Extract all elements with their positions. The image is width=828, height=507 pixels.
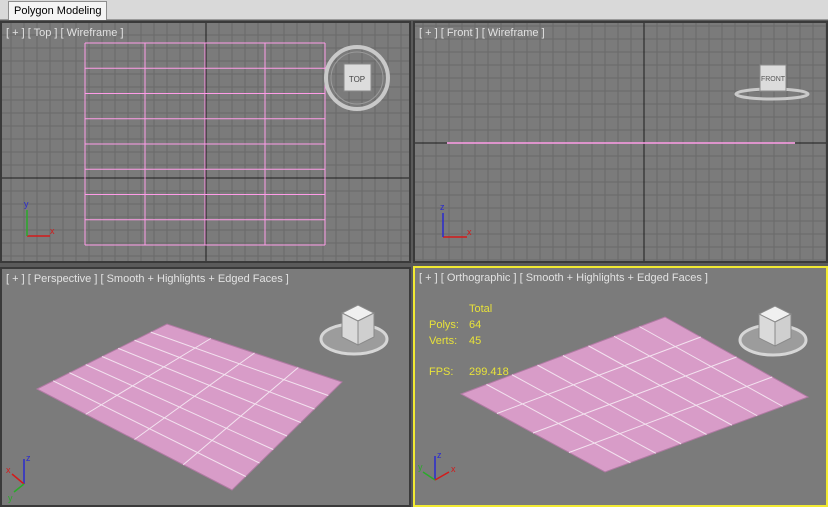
viewport-menu-plus[interactable]: [ + ] bbox=[6, 27, 25, 39]
svg-text:z: z bbox=[440, 202, 445, 212]
stats-fps-value: 299.418 bbox=[469, 366, 509, 378]
viewport-top-label: [ + ] [ Top ] [ Wireframe ] bbox=[6, 27, 124, 39]
ribbon-tab-polygon-modeling[interactable]: Polygon Modeling bbox=[8, 1, 108, 20]
viewport-top[interactable]: TOP x y [ + ] [ Top ] [ Wireframe ] bbox=[0, 21, 411, 263]
viewport-view-menu[interactable]: [ Perspective ] bbox=[28, 273, 98, 285]
viewcube-perspective[interactable] bbox=[319, 304, 389, 356]
stats-polys-value: 64 bbox=[469, 319, 482, 331]
viewport-view-menu[interactable]: [ Top ] bbox=[28, 27, 58, 39]
perspective-canvas: z x y bbox=[6, 304, 389, 503]
stats-polys-label: Polys: bbox=[429, 319, 459, 331]
stats-verts-label: Verts: bbox=[429, 335, 458, 347]
svg-text:z: z bbox=[26, 453, 31, 463]
svg-text:TOP: TOP bbox=[349, 75, 365, 84]
axis-tripod-front: x z bbox=[440, 202, 472, 238]
viewport-front[interactable]: FRONT x z [ + ] [ Front ] [ Wireframe ] bbox=[413, 21, 828, 263]
ribbon-bar: Polygon Modeling bbox=[0, 0, 828, 20]
viewport-perspective-label: [ + ] [ Perspective ] [ Smooth + Highlig… bbox=[6, 273, 289, 285]
viewcube-orthographic[interactable] bbox=[738, 305, 808, 357]
svg-text:FRONT: FRONT bbox=[761, 76, 786, 83]
viewport-menu-plus[interactable]: [ + ] bbox=[419, 27, 438, 39]
svg-text:x: x bbox=[451, 464, 456, 474]
viewport-orthographic[interactable]: z x y [ + ] [ Orthographic ] [ Smooth + … bbox=[413, 266, 828, 507]
svg-text:x: x bbox=[6, 465, 11, 475]
perspective-plane bbox=[35, 323, 343, 491]
svg-text:x: x bbox=[50, 226, 55, 236]
axis-tripod-orthographic: z x y bbox=[418, 450, 456, 481]
viewport-perspective[interactable]: z x y [ + ] [ Perspective ] [ Smooth + H… bbox=[0, 267, 411, 507]
viewport-menu-plus[interactable]: [ + ] bbox=[6, 273, 25, 285]
viewcube-front[interactable]: FRONT bbox=[734, 64, 810, 101]
top-plane-wireframe bbox=[84, 42, 326, 246]
viewport-view-menu[interactable]: [ Front ] bbox=[441, 27, 479, 39]
stats-total-label: Total bbox=[469, 303, 493, 315]
svg-text:x: x bbox=[467, 227, 472, 237]
axis-tripod-perspective: z x y bbox=[6, 453, 31, 503]
svg-text:y: y bbox=[418, 462, 423, 472]
top-grid-canvas: TOP x y bbox=[2, 23, 409, 261]
svg-text:z: z bbox=[437, 450, 442, 460]
svg-text:y: y bbox=[8, 493, 13, 503]
svg-text:y: y bbox=[24, 199, 29, 209]
viewport-shading-menu[interactable]: [ Wireframe ] bbox=[482, 27, 545, 39]
statistics-overlay: Total Polys: 64 Verts: 45 FPS: 299.418 bbox=[415, 268, 615, 388]
viewport-front-label: [ + ] [ Front ] [ Wireframe ] bbox=[419, 27, 545, 39]
viewport-shading-menu[interactable]: [ Smooth + Highlights + Edged Faces ] bbox=[100, 273, 288, 285]
front-grid-canvas: FRONT x z bbox=[415, 23, 826, 261]
viewport-shading-menu[interactable]: [ Wireframe ] bbox=[61, 27, 124, 39]
stats-fps-label: FPS: bbox=[429, 366, 454, 378]
stats-verts-value: 45 bbox=[469, 335, 482, 347]
